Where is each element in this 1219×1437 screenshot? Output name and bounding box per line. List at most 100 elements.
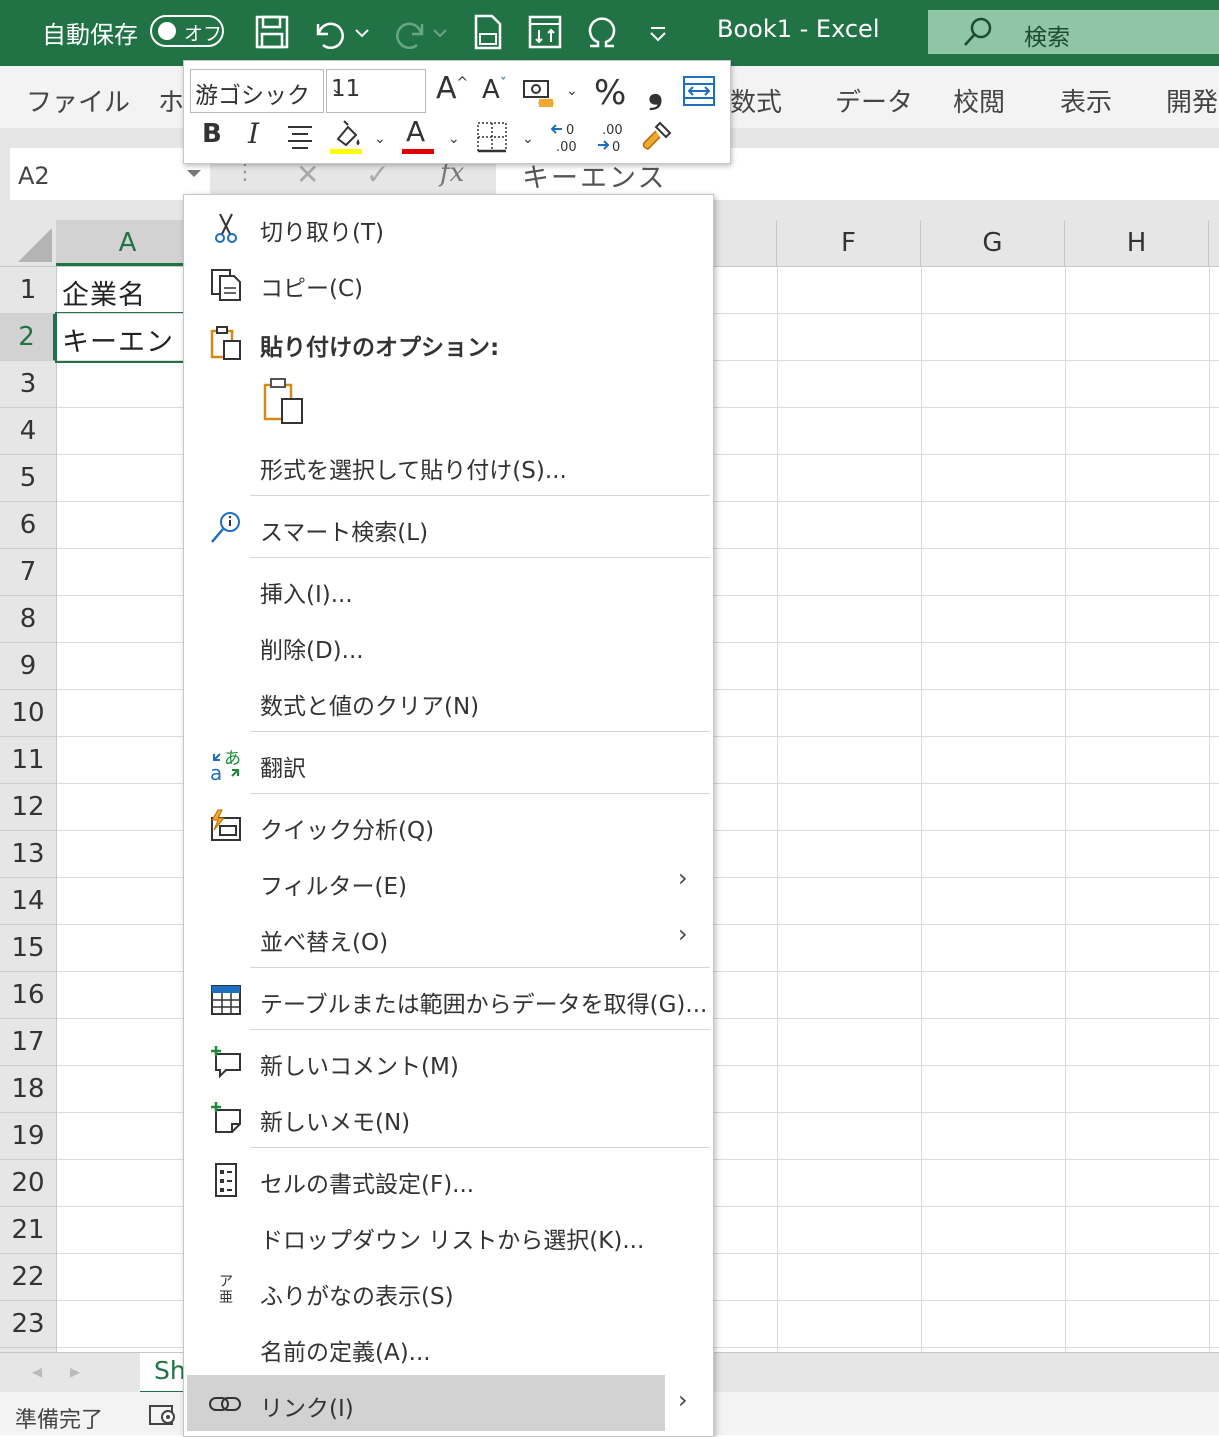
autosave-state: オフ <box>184 23 223 45</box>
comma-style-icon[interactable]: ❟ <box>648 67 663 112</box>
name-box-dropdown-icon[interactable] <box>186 168 202 180</box>
tab-view[interactable]: 表示 <box>1060 82 1112 119</box>
format-painter-icon[interactable] <box>640 119 674 153</box>
wrap-text-icon[interactable] <box>682 75 716 107</box>
select-all-icon[interactable] <box>0 220 56 266</box>
cell-a2[interactable]: キーエン <box>62 320 174 359</box>
bold-button[interactable]: B <box>202 119 222 149</box>
customize-quick-access-icon[interactable] <box>645 12 671 52</box>
increase-font-size-icon[interactable]: A^ <box>436 71 468 106</box>
menu-item-1[interactable]: 切り取り(T) <box>184 200 713 254</box>
number-format-dropdown-icon[interactable]: ⌄ <box>566 83 578 99</box>
row-header[interactable]: 15 <box>0 925 56 972</box>
borders-dropdown-icon[interactable]: ⌄ <box>522 131 534 147</box>
column-header-f[interactable]: F <box>777 220 921 266</box>
align-center-icon[interactable] <box>284 123 316 151</box>
decrease-font-size-icon[interactable]: Aˇ <box>482 75 507 105</box>
borders-icon[interactable] <box>476 121 508 153</box>
menu-separator <box>250 495 710 496</box>
row-header[interactable]: 9 <box>0 643 56 690</box>
name-box[interactable]: A2 <box>10 148 210 200</box>
row-header[interactable]: 23 <box>0 1301 56 1348</box>
redo-icon[interactable] <box>390 12 430 52</box>
menu-item-17[interactable]: ドロップダウン リストから選択(K)... <box>184 1208 713 1262</box>
row-header[interactable]: 19 <box>0 1113 56 1160</box>
menu-item-9[interactable]: a あ翻訳 <box>184 736 713 790</box>
menu-item-8[interactable]: 数式と値のクリア(N) <box>184 674 713 728</box>
menu-item-15[interactable]: 新しいメモ(N) <box>184 1090 713 1144</box>
tab-developer[interactable]: 開発 <box>1166 82 1218 119</box>
row-header[interactable]: 16 <box>0 972 56 1019</box>
row-header[interactable]: 21 <box>0 1207 56 1254</box>
italic-button[interactable]: I <box>248 117 259 150</box>
row-header[interactable]: 14 <box>0 878 56 925</box>
menu-item-16[interactable]: セルの書式設定(F)... <box>184 1152 713 1206</box>
search-box[interactable]: 検索 <box>928 10 1219 54</box>
number-format-icon[interactable] <box>522 77 556 111</box>
menu-item-4[interactable]: 形式を選択して貼り付け(S)... <box>184 438 713 492</box>
tab-home[interactable]: ホ <box>158 82 184 119</box>
undo-icon[interactable] <box>310 12 350 52</box>
fill-color-dropdown-icon[interactable]: ⌄ <box>374 131 386 147</box>
redo-dropdown-icon[interactable] <box>430 12 450 52</box>
print-preview-icon[interactable] <box>468 12 508 52</box>
furigana-icon: ア亜 <box>208 1274 244 1310</box>
row-header[interactable]: 11 <box>0 737 56 784</box>
paste-keep-source-icon[interactable] <box>262 377 306 425</box>
row-header[interactable]: 20 <box>0 1160 56 1207</box>
menu-item-14[interactable]: 新しいコメント(M) <box>184 1034 713 1088</box>
tab-review[interactable]: 校閲 <box>953 82 1005 119</box>
sheet-scroll-left-icon[interactable]: ◂ <box>32 1359 42 1383</box>
row-header[interactable]: 17 <box>0 1019 56 1066</box>
row-header[interactable]: 10 <box>0 690 56 737</box>
font-color-dropdown-icon[interactable]: ⌄ <box>448 131 460 147</box>
svg-text:0: 0 <box>612 140 620 155</box>
accessibility-icon[interactable] <box>148 1402 178 1428</box>
font-size-select[interactable]: 11 ⌄ <box>326 69 426 113</box>
window-title: Book1 - Excel <box>717 15 880 43</box>
status-text: 準備完了 <box>15 1408 104 1433</box>
menu-item-19[interactable]: 名前の定義(A)... <box>184 1320 713 1374</box>
save-icon[interactable] <box>252 12 292 52</box>
menu-item-2[interactable]: コピー(C) <box>184 256 713 310</box>
cell-a1[interactable]: 企業名 <box>62 273 146 312</box>
menu-item-10[interactable]: クイック分析(Q) <box>184 798 713 852</box>
row-header[interactable]: 1 <box>0 267 56 314</box>
row-header[interactable]: 5 <box>0 455 56 502</box>
menu-item-11[interactable]: フィルター(E) › <box>184 854 713 908</box>
row-header[interactable]: 13 <box>0 831 56 878</box>
row-header[interactable]: 18 <box>0 1066 56 1113</box>
row-header[interactable]: 3 <box>0 361 56 408</box>
row-header[interactable]: 4 <box>0 408 56 455</box>
column-header-a[interactable]: A <box>56 220 200 266</box>
data-import-icon[interactable] <box>525 12 565 52</box>
row-header[interactable]: 7 <box>0 549 56 596</box>
fill-color-icon[interactable] <box>328 119 364 155</box>
row-header[interactable]: 12 <box>0 784 56 831</box>
menu-item-6[interactable]: 挿入(I)... <box>184 562 713 616</box>
menu-item-18[interactable]: ア亜ふりがなの表示(S) <box>184 1264 713 1318</box>
menu-item-13[interactable]: テーブルまたは範囲からデータを取得(G)... <box>184 972 713 1026</box>
sheet-scroll-right-icon[interactable]: ▸ <box>70 1359 80 1383</box>
font-color-icon[interactable]: A <box>406 115 425 148</box>
column-header-g[interactable]: G <box>921 220 1065 266</box>
menu-item-5[interactable]: スマート検索(L) <box>184 500 713 554</box>
row-header[interactable]: 2 <box>0 314 56 361</box>
menu-item-12[interactable]: 並べ替え(O) › <box>184 910 713 964</box>
row-header[interactable]: 6 <box>0 502 56 549</box>
percent-style-icon[interactable]: % <box>594 73 626 113</box>
tab-file[interactable]: ファイル <box>26 82 130 119</box>
row-header[interactable]: 8 <box>0 596 56 643</box>
menu-item-20[interactable]: リンク(I) › <box>184 1376 713 1430</box>
decrease-decimal-icon[interactable]: .00 0 <box>594 119 630 155</box>
menu-item-7[interactable]: 削除(D)... <box>184 618 713 672</box>
increase-decimal-icon[interactable]: 0 .00 <box>548 119 584 155</box>
column-header-h[interactable]: H <box>1065 220 1209 266</box>
tab-formulas[interactable]: 数式 <box>730 82 782 119</box>
font-name-select[interactable]: 游ゴシック ⌄ <box>190 69 324 113</box>
tab-data[interactable]: データ <box>835 82 913 119</box>
omega-symbol-icon[interactable] <box>582 12 622 52</box>
autosave-toggle[interactable]: オフ <box>150 15 224 47</box>
row-header[interactable]: 22 <box>0 1254 56 1301</box>
undo-dropdown-icon[interactable] <box>352 12 372 52</box>
